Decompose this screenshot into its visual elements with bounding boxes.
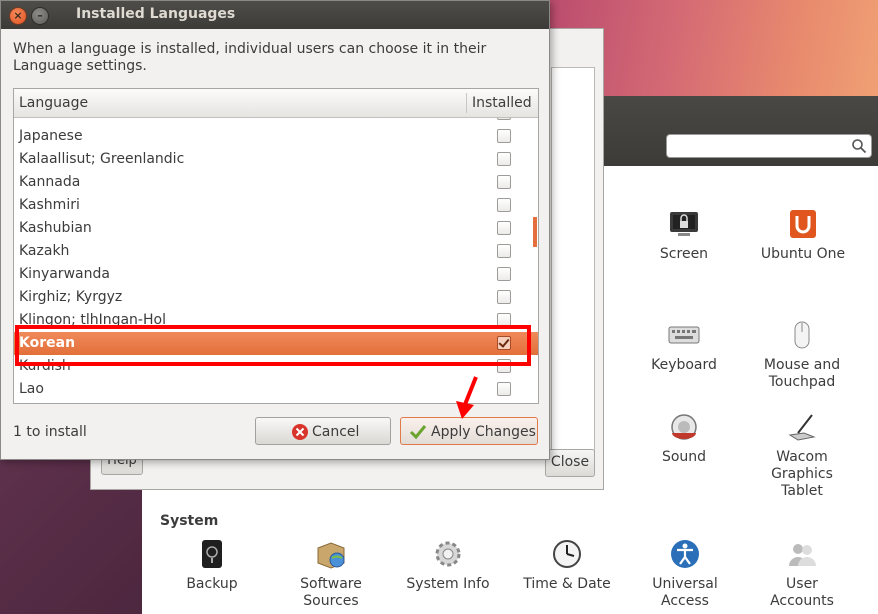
close-button[interactable]: Close bbox=[545, 449, 595, 477]
column-header-installed[interactable]: Installed bbox=[472, 95, 532, 111]
column-header-language[interactable]: Language bbox=[19, 95, 88, 111]
annotation-arrow-icon bbox=[456, 376, 478, 419]
language-row[interactable]: Kirghiz; Kyrgyz bbox=[14, 286, 538, 309]
clock-icon bbox=[553, 540, 581, 568]
settings-item-universal-access[interactable]: Universal Access bbox=[646, 538, 724, 610]
language-name: Kashubian bbox=[19, 220, 92, 236]
settings-item-label: Time & Date bbox=[523, 576, 611, 592]
window-minimize-button[interactable]: – bbox=[31, 7, 49, 25]
annotation-highlight-box bbox=[15, 325, 531, 366]
window-close-button[interactable]: × bbox=[9, 7, 27, 25]
list-header: Language Installed bbox=[14, 89, 538, 118]
backup-icon bbox=[202, 540, 222, 568]
language-row[interactable]: Kashmiri bbox=[14, 194, 538, 217]
cancel-icon bbox=[292, 424, 308, 440]
ubuntu-one-icon bbox=[790, 210, 816, 238]
language-name: Kannada bbox=[19, 174, 81, 190]
settings-item-mouse[interactable]: Mouse and Touchpad bbox=[756, 319, 848, 391]
search-icon[interactable] bbox=[851, 138, 867, 154]
search-input[interactable] bbox=[671, 137, 845, 157]
settings-item-label: Wacom Graphics Tablet bbox=[771, 449, 833, 499]
language-name: Kazakh bbox=[19, 243, 70, 259]
scrollbar-thumb[interactable] bbox=[533, 217, 537, 247]
language-row[interactable]: Japanese bbox=[14, 125, 538, 148]
sound-icon bbox=[671, 414, 697, 440]
installed-checkbox[interactable] bbox=[497, 198, 511, 212]
settings-item-label: User Accounts bbox=[770, 576, 834, 609]
title-bar[interactable]: × – Installed Languages bbox=[1, 1, 549, 29]
apply-changes-label: Apply Changes bbox=[431, 424, 536, 440]
software-sources-icon bbox=[317, 542, 345, 569]
close-icon: × bbox=[13, 9, 23, 22]
settings-item-system-info[interactable]: System Info bbox=[404, 538, 492, 593]
language-name: Lao bbox=[19, 381, 44, 397]
settings-item-label: System Info bbox=[406, 576, 490, 592]
dialog-description: When a language is installed, individual… bbox=[13, 41, 487, 74]
settings-item-keyboard[interactable]: Keyboard bbox=[648, 319, 720, 374]
language-list-panel bbox=[551, 67, 595, 461]
settings-item-user-accounts[interactable]: User Accounts bbox=[766, 538, 838, 610]
installed-checkbox[interactable] bbox=[497, 152, 511, 166]
language-row[interactable]: Kashubian bbox=[14, 217, 538, 240]
installed-checkbox[interactable] bbox=[497, 244, 511, 258]
tablet-icon bbox=[788, 414, 816, 441]
settings-item-time-date[interactable]: Time & Date bbox=[522, 538, 612, 593]
settings-item-label: Screen bbox=[659, 246, 709, 262]
settings-item-backup[interactable]: Backup bbox=[184, 538, 240, 593]
language-name: Kirghiz; Kyrgyz bbox=[19, 289, 123, 305]
language-name: Kinyarwanda bbox=[19, 266, 110, 282]
language-row[interactable]: Italian bbox=[14, 118, 538, 125]
user-accounts-icon bbox=[789, 544, 816, 566]
settings-item-ubuntu-one[interactable]: Ubuntu One bbox=[760, 208, 846, 263]
section-heading-system: System bbox=[160, 513, 219, 529]
language-row[interactable]: Kalaallisut; Greenlandic bbox=[14, 148, 538, 171]
settings-item-label: Backup bbox=[186, 576, 238, 592]
settings-item-label: Ubuntu One bbox=[760, 246, 846, 262]
settings-item-label: Keyboard bbox=[651, 357, 717, 373]
settings-item-software-sources[interactable]: Software Sources bbox=[290, 538, 372, 610]
settings-item-label: Universal Access bbox=[652, 576, 718, 609]
settings-item-label: Sound bbox=[661, 449, 707, 465]
universal-access-icon bbox=[671, 540, 699, 568]
installed-checkbox[interactable] bbox=[497, 118, 511, 120]
settings-item-sound[interactable]: Sound bbox=[656, 411, 712, 466]
cancel-label: Cancel bbox=[312, 424, 360, 440]
language-name: Japanese bbox=[19, 128, 83, 144]
minimize-icon: – bbox=[37, 9, 43, 22]
installed-checkbox[interactable] bbox=[497, 129, 511, 143]
screen-lock-icon bbox=[670, 212, 698, 236]
language-row[interactable]: Kinyarwanda bbox=[14, 263, 538, 286]
settings-item-label: Mouse and Touchpad bbox=[763, 357, 841, 390]
settings-search-field[interactable] bbox=[666, 134, 872, 158]
settings-item-wacom[interactable]: Wacom Graphics Tablet bbox=[766, 411, 838, 500]
column-divider bbox=[466, 93, 467, 113]
installed-checkbox[interactable] bbox=[497, 290, 511, 304]
installed-checkbox[interactable] bbox=[497, 267, 511, 281]
language-name: Italian bbox=[19, 118, 62, 121]
status-text: 1 to install bbox=[13, 424, 87, 440]
system-info-icon bbox=[435, 541, 461, 567]
settings-item-label: Software Sources bbox=[300, 576, 362, 609]
installed-checkbox[interactable] bbox=[497, 221, 511, 235]
window-title: Installed Languages bbox=[76, 6, 236, 22]
mouse-icon bbox=[794, 321, 810, 349]
settings-item-screen[interactable]: Screen bbox=[654, 208, 714, 263]
language-name: Kalaallisut; Greenlandic bbox=[19, 151, 185, 167]
installed-checkbox[interactable] bbox=[497, 382, 511, 396]
language-row[interactable]: Kannada bbox=[14, 171, 538, 194]
cancel-button[interactable]: Cancel bbox=[255, 417, 391, 445]
language-name: Kashmiri bbox=[19, 197, 80, 213]
keyboard-icon bbox=[668, 326, 700, 344]
installed-checkbox[interactable] bbox=[497, 175, 511, 189]
checkmark-icon bbox=[409, 425, 427, 440]
language-row[interactable]: Kazakh bbox=[14, 240, 538, 263]
